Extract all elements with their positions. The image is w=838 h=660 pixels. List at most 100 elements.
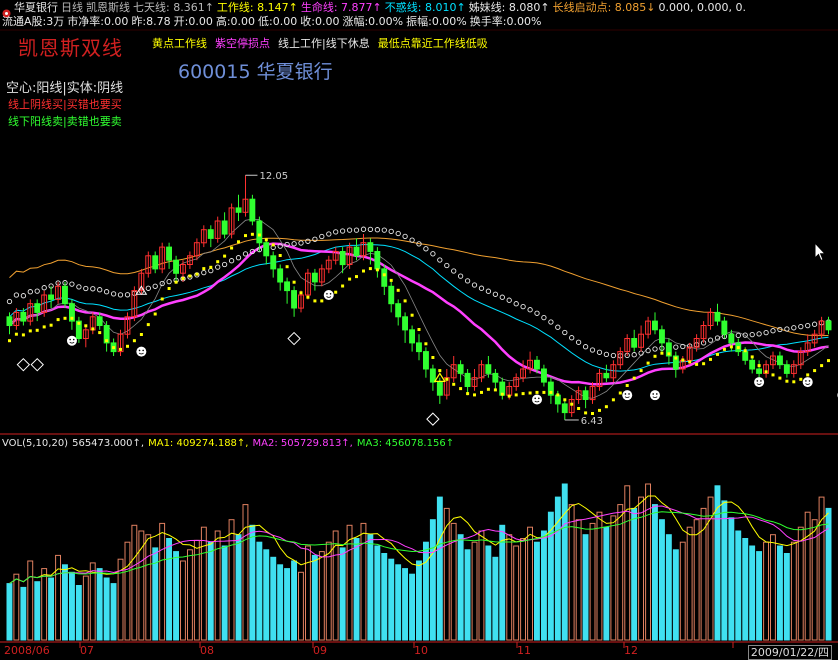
sister-line-dot xyxy=(541,314,547,321)
volume-bar-down xyxy=(395,564,402,641)
volume-bar-down xyxy=(756,551,762,641)
work-line-dot xyxy=(493,388,497,392)
volume-bar-up xyxy=(471,541,478,641)
candle-down xyxy=(429,368,436,383)
volume-bar-down xyxy=(728,517,735,641)
sister-line-dot xyxy=(381,227,387,233)
work-line-dot xyxy=(473,393,476,397)
volume-bar-up xyxy=(159,522,166,641)
volume-bar-up xyxy=(506,534,513,641)
sister-line-dot xyxy=(145,285,151,291)
sister-line-dot xyxy=(582,344,589,350)
work-line-dot xyxy=(646,361,650,365)
sister-line-dot xyxy=(353,227,360,233)
work-line-dot xyxy=(743,349,747,353)
candle-down xyxy=(603,372,610,379)
sister-line-dot xyxy=(631,352,637,358)
volume-bar-up xyxy=(790,541,797,641)
header-item-9: 0.000, 0.000, 0. xyxy=(658,1,746,14)
candle-down xyxy=(96,316,103,326)
work-line-dot xyxy=(119,347,122,351)
sister-line-dot xyxy=(707,337,714,343)
work-line-dot xyxy=(577,407,581,410)
indicator-title: 凯恩斯双线 xyxy=(18,36,123,60)
work-line-dot xyxy=(528,391,532,395)
quote-item-7: 涨幅:0.00% xyxy=(342,15,404,28)
work-line-dot xyxy=(271,243,275,247)
sister-line-dot xyxy=(763,329,769,336)
sister-line-dot xyxy=(13,292,20,298)
candle-down xyxy=(62,285,68,305)
work-line-dot xyxy=(452,382,456,386)
work-line-dot xyxy=(244,234,247,238)
header-item-8: 长线启动点: 8.085↓ xyxy=(552,1,656,14)
work-line-dot xyxy=(91,327,95,331)
quote-item-2: 昨:8.78 xyxy=(131,15,171,28)
kline-chart[interactable]: 12.05 6.43 xyxy=(0,0,838,660)
work-line-dot xyxy=(42,325,46,329)
work-line-dot xyxy=(604,405,608,409)
work-line-dot xyxy=(334,290,338,294)
sister-line-dot xyxy=(457,273,464,279)
candle-down xyxy=(249,198,256,222)
work-line-dot xyxy=(459,387,463,391)
sister-line-dot xyxy=(346,227,353,233)
candle-down xyxy=(277,268,284,283)
legend-item-0: 黄点工作线 xyxy=(152,37,207,50)
volume-bar-down xyxy=(429,519,436,641)
work-line-dot xyxy=(507,394,511,398)
candle-down xyxy=(457,364,464,374)
candle-down xyxy=(742,351,749,361)
candle-down xyxy=(284,281,291,292)
volume-bar-up xyxy=(346,524,353,641)
work-line-dot xyxy=(660,351,664,355)
sister-line-dot xyxy=(423,246,429,252)
work-line-dot xyxy=(514,393,518,397)
volume-stat-2: MA1: 409274.188↑, xyxy=(148,438,249,449)
sister-line-dot xyxy=(596,349,603,355)
header-item-7: 姊妹线: 8.080↑ xyxy=(468,1,550,14)
volume-bar-up xyxy=(679,541,686,641)
signal-face xyxy=(650,390,660,401)
volume-stat-1: 565473.000↑, xyxy=(72,438,145,449)
work-line-dot xyxy=(202,267,206,271)
sister-line-dot xyxy=(339,228,346,234)
volume-bar-down xyxy=(256,541,263,641)
work-line-dot xyxy=(216,260,220,264)
legend-item-1: 紫空停损点 xyxy=(215,37,270,50)
volume-bar-up xyxy=(575,519,582,641)
candle-down xyxy=(395,303,402,318)
volume-bar-down xyxy=(311,554,318,641)
sister-line-dot xyxy=(735,332,741,339)
signal-face xyxy=(136,346,147,357)
candle-down xyxy=(34,303,41,313)
header-item-3: 七天线: 8.361↑ xyxy=(133,1,214,14)
volume-bar-up xyxy=(27,560,34,641)
volume-bar-up xyxy=(589,522,596,641)
volume-bar-down xyxy=(69,571,75,641)
sister-line-dot xyxy=(90,286,96,292)
volume-bar-down xyxy=(110,583,117,641)
sister-line-dot xyxy=(478,285,485,291)
face-eye xyxy=(805,380,807,382)
candle-down xyxy=(339,251,346,266)
volume-bar-up xyxy=(200,526,207,641)
header-line-2: 流通A股:3万 市净率:0.00 昨:8.78 开:0.00 高:0.00 低:0.00 收… xyxy=(2,15,544,29)
sister-line-dot xyxy=(367,226,374,233)
volume-bar-down xyxy=(631,507,638,641)
work-line-dot xyxy=(410,313,414,317)
volume-bar-down xyxy=(374,545,381,641)
volume-bar-down xyxy=(270,556,277,641)
header-item-2: 凯恩斯线 xyxy=(86,1,130,14)
header-line-1: 华夏银行 日线 凯恩斯线 七天线: 8.361↑ 工作线: 8.147↑ 生命线: 7.8… xyxy=(14,1,749,15)
work-line-dot xyxy=(598,408,601,412)
sister-line-dot xyxy=(395,230,401,237)
sister-line-dot xyxy=(430,251,436,257)
work-line-dot xyxy=(556,393,560,397)
volume-bar-down xyxy=(263,549,270,641)
volume-bar-down xyxy=(409,573,416,641)
sister-line-dot xyxy=(471,282,478,288)
work-line-dot xyxy=(285,265,289,269)
work-line-dot xyxy=(563,398,567,402)
work-line-dot xyxy=(653,354,657,358)
